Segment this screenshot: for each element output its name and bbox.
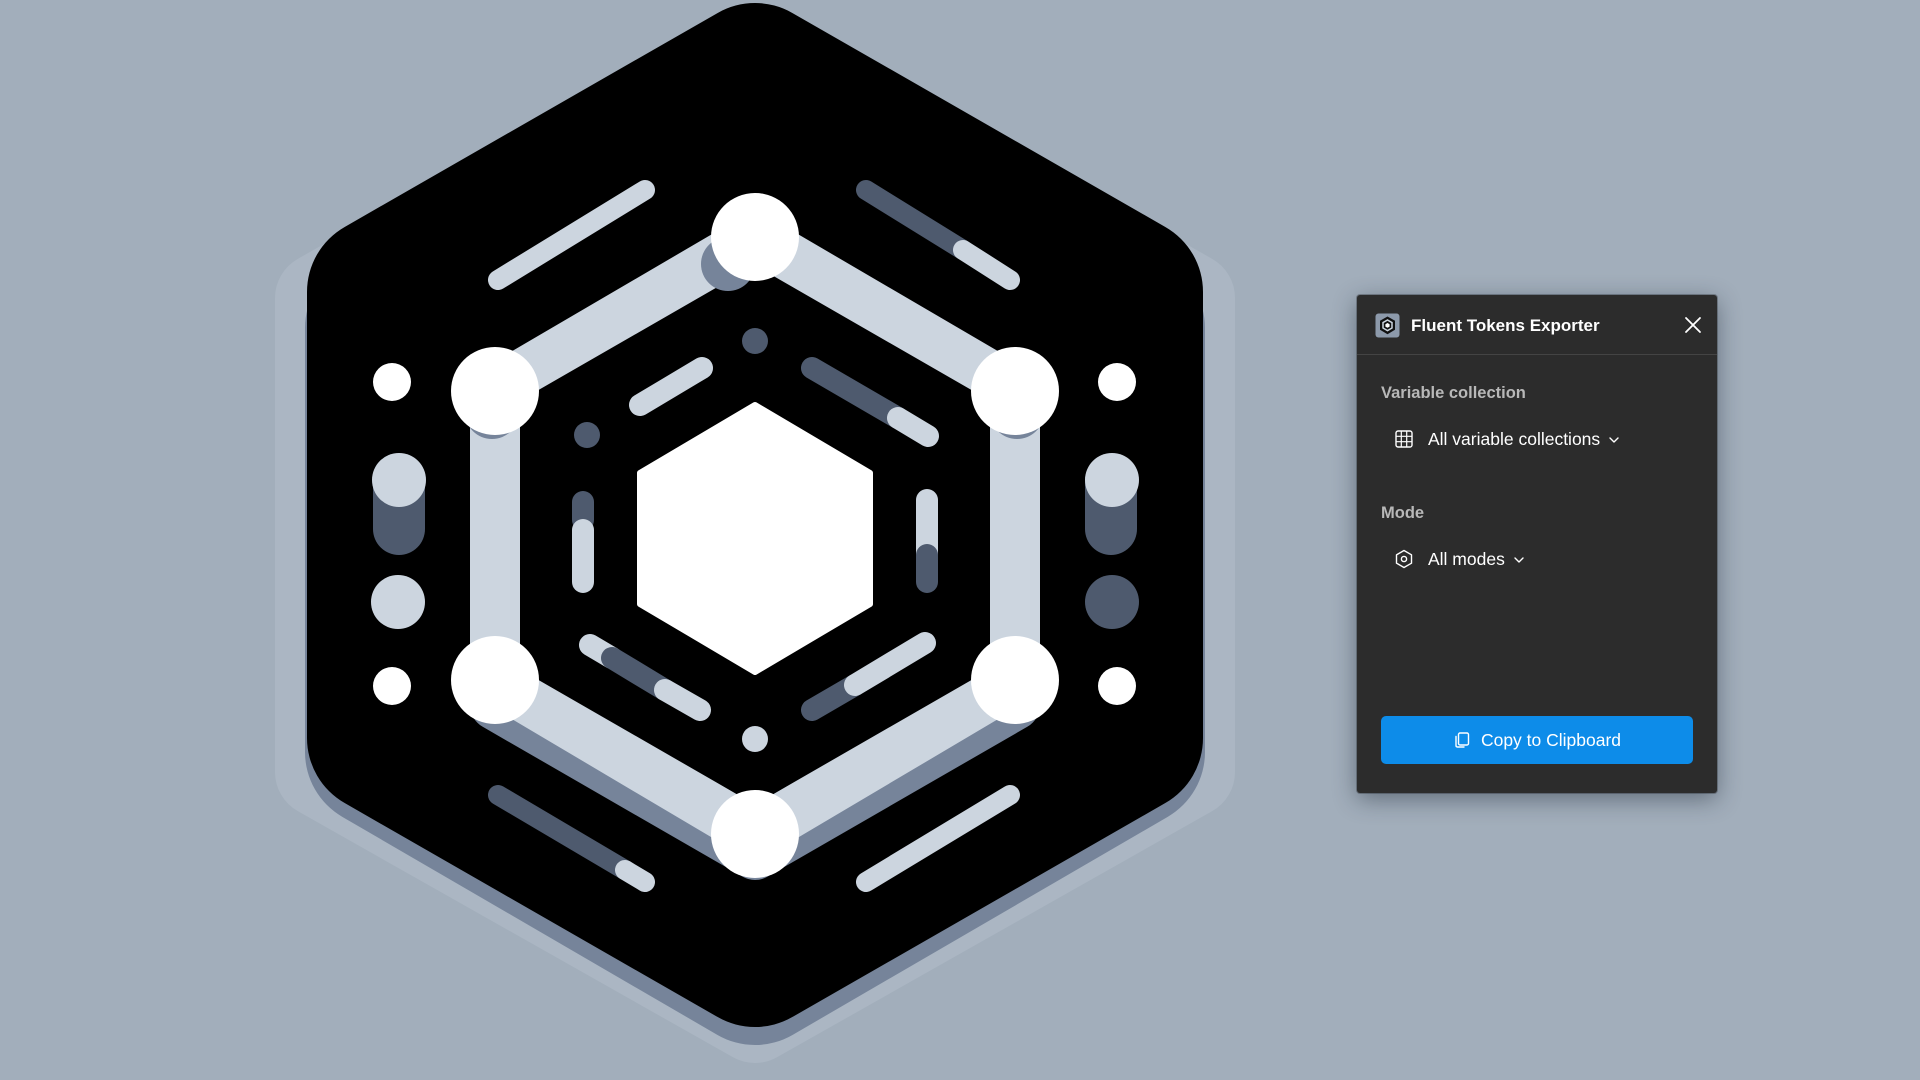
logo-dot xyxy=(373,667,411,705)
chevron-down-icon xyxy=(1609,437,1619,443)
copy-icon xyxy=(1455,732,1470,748)
panel-header: Fluent Tokens Exporter xyxy=(1357,295,1717,355)
logo-node xyxy=(971,636,1059,724)
logo-inner-dot xyxy=(574,422,600,448)
logo-node xyxy=(711,790,799,878)
plugin-title: Fluent Tokens Exporter xyxy=(1411,316,1600,335)
logo-dot xyxy=(1085,575,1139,629)
logo-dot xyxy=(1085,453,1139,507)
logo-inner-dot xyxy=(742,726,768,752)
logo-dot xyxy=(372,453,426,507)
logo-dot xyxy=(371,575,425,629)
variable-collection-value: All variable collections xyxy=(1428,429,1601,449)
variable-collection-dropdown[interactable]: All variable collections xyxy=(1393,424,1620,454)
logo-dot xyxy=(1098,363,1136,401)
logo-node xyxy=(451,636,539,724)
chevron-down-icon xyxy=(1514,557,1524,563)
logo-inner-dash xyxy=(887,407,939,447)
mode-label: Mode xyxy=(1381,504,1425,522)
hexagon-mode-icon xyxy=(1395,549,1413,569)
logo-inner-dot xyxy=(742,328,768,354)
logo-dot xyxy=(1098,667,1136,705)
logo-dot xyxy=(373,363,411,401)
logo-node xyxy=(971,347,1059,435)
variable-collection-label: Variable collection xyxy=(1381,384,1526,402)
plugin-panel: Fluent Tokens Exporter Variable collecti… xyxy=(1357,295,1717,793)
copy-button-label: Copy to Clipboard xyxy=(1480,730,1622,750)
close-icon xyxy=(1685,317,1701,333)
logo-node xyxy=(451,347,539,435)
logo-node xyxy=(711,193,799,281)
mode-dropdown[interactable]: All modes xyxy=(1393,544,1525,574)
table-grid-icon xyxy=(1395,430,1413,448)
mode-value: All modes xyxy=(1428,549,1505,569)
copy-to-clipboard-button[interactable]: Copy to Clipboard xyxy=(1381,716,1693,764)
hexagon-logo-icon xyxy=(1375,313,1400,338)
close-button[interactable] xyxy=(1679,311,1707,339)
logo-dash xyxy=(615,860,655,892)
